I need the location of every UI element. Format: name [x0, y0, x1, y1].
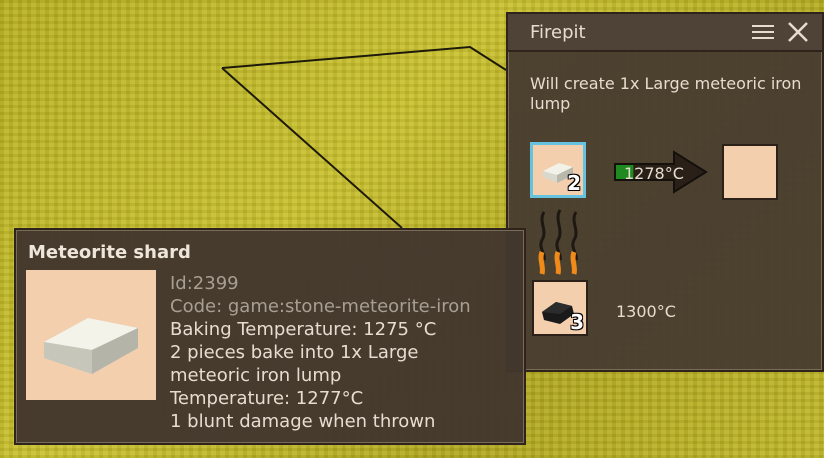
throw-damage: 1 blunt damage when thrown [170, 411, 436, 432]
baking-temperature: Baking Temperature: 1275 °C [170, 319, 437, 340]
item-tooltip: Meteorite shard Id:2399 Code: game:stone… [14, 228, 526, 445]
cooking-temperature: 1278°C [624, 164, 684, 183]
dialog-title: Firepit [530, 22, 586, 43]
input-slot[interactable]: 2 [530, 142, 586, 198]
menu-icon[interactable] [752, 22, 774, 42]
item-temperature: Temperature: 1277°C [170, 388, 364, 409]
flame-icon [538, 209, 578, 275]
item-details: Id:2399 Code: game:stone-meteorite-iron … [170, 272, 520, 433]
item-name: Meteorite shard [28, 242, 191, 263]
fuel-slot[interactable]: 3 [532, 280, 588, 336]
dialog-titlebar[interactable]: Firepit [508, 14, 822, 52]
recipe-info-text: Will create 1x Large meteoric iron lump [530, 74, 802, 113]
item-code: Code: game:stone-meteorite-iron [170, 296, 471, 317]
bake-result-line-2: meteoric iron lump [170, 365, 342, 386]
fuel-temperature: 1300°C [616, 302, 676, 321]
output-slot[interactable] [722, 144, 778, 200]
fuel-count: 3 [570, 310, 584, 334]
bake-result-line-1: 2 pieces bake into 1x Large [170, 342, 419, 363]
firepit-dialog: Firepit Will create 1x Large meteoric ir… [506, 12, 824, 372]
input-count: 2 [567, 171, 581, 195]
meteorite-shard-icon [44, 318, 138, 374]
item-id: Id:2399 [170, 273, 239, 294]
close-icon[interactable] [786, 20, 810, 44]
item-preview [26, 270, 156, 400]
